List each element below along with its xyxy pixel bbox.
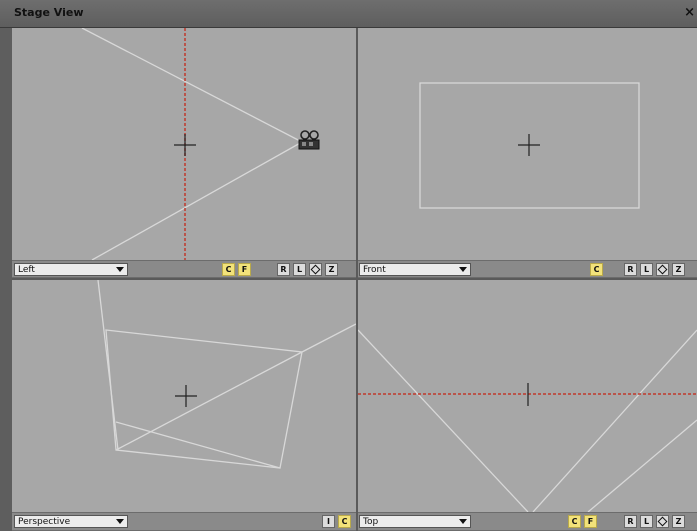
camera-icon bbox=[298, 130, 320, 150]
view-mode-label: Front bbox=[363, 265, 386, 275]
move-tool-button[interactable] bbox=[309, 263, 322, 276]
toggle-r-button[interactable]: R bbox=[624, 263, 637, 276]
move-icon bbox=[310, 264, 321, 275]
view-mode-label: Top bbox=[363, 517, 379, 527]
viewport-left-toolbar: Left C F R L Z bbox=[12, 260, 356, 278]
toggle-c-button[interactable]: C bbox=[338, 515, 351, 528]
move-tool-button[interactable] bbox=[656, 263, 669, 276]
view-mode-label: Perspective bbox=[18, 517, 71, 527]
viewport-perspective-canvas[interactable] bbox=[12, 280, 356, 512]
toggle-r-button[interactable]: R bbox=[624, 515, 637, 528]
toggle-z-button[interactable]: Z bbox=[672, 515, 685, 528]
chevron-down-icon bbox=[459, 267, 467, 272]
viewport-top[interactable] bbox=[358, 280, 697, 512]
toggle-z-button[interactable]: Z bbox=[325, 263, 338, 276]
frustum-edge-left bbox=[358, 329, 529, 512]
toggle-l-button[interactable]: L bbox=[293, 263, 306, 276]
move-tool-button[interactable] bbox=[656, 515, 669, 528]
frustum-edge-right bbox=[532, 329, 697, 512]
toggle-c-button[interactable]: C bbox=[222, 263, 235, 276]
viewport-splitter-horizontal[interactable] bbox=[12, 278, 697, 280]
camera-frustum-line-top bbox=[81, 28, 303, 143]
window-titlebar[interactable]: Stage View × bbox=[0, 0, 697, 28]
chevron-down-icon bbox=[116, 519, 124, 524]
viewport-left-canvas[interactable] bbox=[12, 28, 356, 260]
frustum-edge-far bbox=[587, 419, 697, 512]
chevron-down-icon bbox=[116, 267, 124, 272]
frustum-edge-3 bbox=[115, 421, 281, 469]
viewport-front[interactable] bbox=[358, 28, 697, 260]
window-frame-left bbox=[0, 28, 12, 531]
view-mode-label: Left bbox=[18, 265, 35, 275]
toggle-f-button[interactable]: F bbox=[584, 515, 597, 528]
view-mode-dropdown-top[interactable]: Top bbox=[359, 515, 471, 528]
chevron-down-icon bbox=[459, 519, 467, 524]
toggle-r-button[interactable]: R bbox=[277, 263, 290, 276]
viewport-top-canvas[interactable] bbox=[358, 280, 697, 512]
viewport-front-toolbar: Front C R L Z bbox=[358, 260, 697, 278]
move-icon bbox=[657, 264, 668, 275]
toggle-l-button[interactable]: L bbox=[640, 263, 653, 276]
frustum-edge-2 bbox=[115, 351, 303, 451]
viewport-front-canvas[interactable] bbox=[358, 28, 697, 260]
move-icon bbox=[657, 516, 668, 527]
toggle-c-button[interactable]: C bbox=[568, 515, 581, 528]
view-mode-dropdown-front[interactable]: Front bbox=[359, 263, 471, 276]
toggle-f-button[interactable]: F bbox=[238, 263, 251, 276]
window-title: Stage View bbox=[14, 6, 84, 19]
view-mode-dropdown-perspective[interactable]: Perspective bbox=[14, 515, 128, 528]
toggle-l-button[interactable]: L bbox=[640, 515, 653, 528]
camera-frustum-line-bottom bbox=[91, 141, 303, 260]
toggle-i-button[interactable]: I bbox=[322, 515, 335, 528]
frustum-edge-4 bbox=[301, 323, 356, 353]
close-icon[interactable]: × bbox=[684, 5, 695, 20]
toggle-z-button[interactable]: Z bbox=[672, 263, 685, 276]
viewport-perspective[interactable] bbox=[12, 280, 356, 512]
toggle-c-button[interactable]: C bbox=[590, 263, 603, 276]
view-mode-dropdown-left[interactable]: Left bbox=[14, 263, 128, 276]
viewport-left[interactable] bbox=[12, 28, 356, 260]
viewport-perspective-toolbar: Perspective I C bbox=[12, 512, 356, 531]
frustum-edge-1 bbox=[97, 280, 119, 451]
viewport-top-toolbar: Top C F R L Z bbox=[358, 512, 697, 531]
